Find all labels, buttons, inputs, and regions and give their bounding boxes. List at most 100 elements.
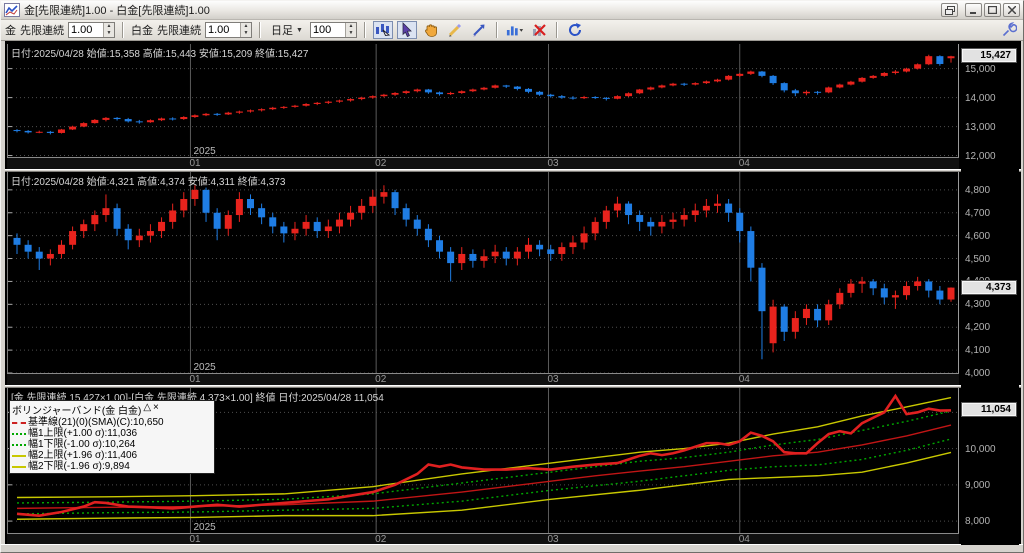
axis-tick-label: 4,000 (965, 368, 991, 379)
toolbar-separator (495, 22, 498, 38)
axis-tick-label: 4,200 (965, 322, 991, 334)
axis-tick-label: 9,000 (965, 479, 991, 491)
pin-window-button[interactable] (941, 3, 958, 17)
spread-last-price-box: 11,054 (961, 402, 1017, 418)
gold-chart-panel[interactable]: 2025 日付:2025/04/28 始値:15,358 高値:15,443 安… (7, 44, 960, 157)
legend-line-swatch (12, 465, 26, 468)
toolbar-separator (259, 22, 261, 38)
settings-wrench-button[interactable] (999, 21, 1019, 39)
legend-item: 幅2上限(+1.96 σ):11,406 (12, 450, 212, 461)
legend-line-swatch (12, 421, 26, 424)
bar-count-input[interactable] (310, 23, 345, 37)
bollinger-legend: ボリンジャーバンド(金 白金) △ × 基準線(21)(0)(SMA)(C):1… (9, 400, 215, 474)
title-bar: 金[先限連続]1.00 - 白金[先限連続]1.00 (1, 1, 1023, 20)
month-tick-label: 01 (189, 158, 201, 169)
period-dropdown[interactable]: 日足 ▼ (268, 22, 306, 38)
app-window: 金[先限連続]1.00 - 白金[先限連続]1.00 金 先限連続 ▲▼ 白金 … (0, 0, 1024, 553)
close-button[interactable] (1003, 3, 1020, 17)
draw-pencil-button[interactable] (445, 21, 465, 39)
platinum-label: 白金 (131, 25, 153, 37)
spread-chart-panel[interactable]: 2025 [金 先限連続 15,427×1.00]-[白金 先限連続 4,373… (7, 388, 960, 533)
window-title: 金[先限連続]1.00 - 白金[先限連続]1.00 (24, 5, 210, 17)
month-tick-label: 03 (547, 374, 559, 385)
gold-label: 金 (5, 25, 16, 37)
axis-tick-label: 13,000 (965, 121, 996, 133)
refresh-button[interactable] (565, 21, 585, 39)
spinner-arrows-icon[interactable]: ▲ ▼ (240, 23, 251, 37)
axis-tick-label: 4,800 (965, 184, 991, 196)
minimize-icon (969, 12, 976, 14)
crosshair-chart-button[interactable] (372, 21, 393, 39)
minimize-button[interactable] (965, 3, 982, 17)
indicator-chart-button[interactable] (505, 21, 525, 39)
chevron-down-icon: ▼ (296, 26, 303, 34)
gold-ratio-spinner[interactable]: ▲▼ (68, 22, 115, 38)
axis-tick-label: 4,100 (965, 345, 991, 357)
gold-ratio-input[interactable] (69, 23, 103, 37)
axis-tick-label: 4,600 (965, 230, 991, 242)
platinum-series-label: 先限連続 (157, 25, 201, 37)
gold-last-price-box: 15,427 (961, 48, 1017, 64)
month-tick-label: 04 (738, 374, 750, 385)
legend-collapse-button[interactable]: △ (143, 402, 151, 417)
trendline-arrow-button[interactable] (469, 21, 489, 39)
legend-item: 幅2下限(-1.96 σ):9,894 (12, 461, 212, 472)
select-cursor-button[interactable] (396, 21, 417, 39)
month-tick-label: 02 (375, 374, 387, 385)
legend-line-swatch (12, 443, 26, 446)
close-icon (1007, 6, 1016, 14)
axis-tick-label: 4,700 (965, 207, 991, 219)
spinner-arrows-icon[interactable]: ▲ ▼ (344, 23, 356, 37)
axis-tick-label: 15,000 (965, 63, 996, 75)
platinum-last-price-box: 4,373 (961, 279, 1017, 295)
axis-tick-label: 4,500 (965, 253, 991, 265)
gold-ohlc-info: 日付:2025/04/28 始値:15,358 高値:15,443 安値:15,… (11, 49, 309, 60)
toolbar-separator (363, 22, 366, 38)
month-tick-label: 04 (738, 158, 750, 169)
app-icon (4, 3, 20, 17)
bar-count-spinner[interactable]: ▲▼ (309, 22, 357, 38)
axis-tick-label: 4,300 (965, 299, 991, 311)
maximize-button[interactable] (984, 3, 1001, 17)
month-tick-label: 03 (547, 158, 559, 169)
platinum-ohlc-info: 日付:2025/04/28 始値:4,321 高値:4,374 安値:4,311… (11, 177, 286, 188)
layered-windows-icon (944, 5, 955, 15)
toolbar-separator (555, 22, 558, 38)
legend-title: ボリンジャーバンド(金 白金) (12, 406, 142, 417)
delete-indicator-button[interactable] (529, 21, 549, 39)
platinum-ratio-input[interactable] (206, 23, 240, 37)
gold-chart-xaxis: 01 02 03 04 (7, 157, 959, 169)
legend-item-label: 幅1下限(-1.00 σ):10,264 (28, 439, 136, 450)
legend-item-label: 基準線(21)(0)(SMA)(C):10,650 (28, 417, 164, 428)
hand-pan-button[interactable] (421, 21, 441, 39)
legend-item-label: 幅1上限(+1.00 σ):11,036 (28, 428, 138, 439)
platinum-chart-xaxis: 01 02 03 04 (7, 373, 959, 385)
bar-chart-icon (506, 26, 524, 36)
legend-item-label: 幅2下限(-1.96 σ):9,894 (28, 461, 130, 472)
legend-item: 幅1上限(+1.00 σ):11,036 (12, 428, 212, 439)
legend-line-swatch (12, 454, 26, 457)
platinum-ratio-spinner[interactable]: ▲▼ (205, 22, 252, 38)
toolbar: 金 先限連続 ▲▼ 白金 先限連続 ▲▼ 日足 ▼ ▲▼ (1, 20, 1023, 41)
legend-line-swatch (12, 432, 26, 435)
maximize-icon (988, 6, 997, 14)
platinum-chart-panel[interactable]: 2025 日付:2025/04/28 始値:4,321 高値:4,374 安値:… (7, 172, 960, 373)
crosshair-chart-icon (375, 24, 391, 37)
legend-close-button[interactable]: × (153, 402, 159, 417)
gold-candlestick-chart[interactable]: 2025 (8, 44, 960, 157)
month-tick-label: 02 (375, 158, 387, 169)
axis-tick-label: 12,000 (965, 150, 996, 162)
legend-item-label: 幅2上限(+1.96 σ):11,406 (28, 450, 138, 461)
wrench-icon (1002, 22, 1017, 37)
delete-indicator-icon (532, 24, 546, 36)
price-axis-column: 15,427 4,373 11,054 15,000 14,000 13,000 12… (961, 41, 1019, 545)
svg-text:2025: 2025 (193, 522, 216, 533)
hand-pan-icon (424, 24, 437, 37)
spinner-arrows-icon[interactable]: ▲ ▼ (103, 23, 114, 37)
toolbar-separator (122, 22, 124, 38)
axis-tick-label: 8,000 (965, 516, 991, 528)
platinum-candlestick-chart[interactable]: 2025 (8, 172, 960, 373)
period-label: 日足 (271, 25, 293, 37)
legend-item: 基準線(21)(0)(SMA)(C):10,650 (12, 417, 212, 428)
month-tick-label: 01 (189, 374, 201, 385)
